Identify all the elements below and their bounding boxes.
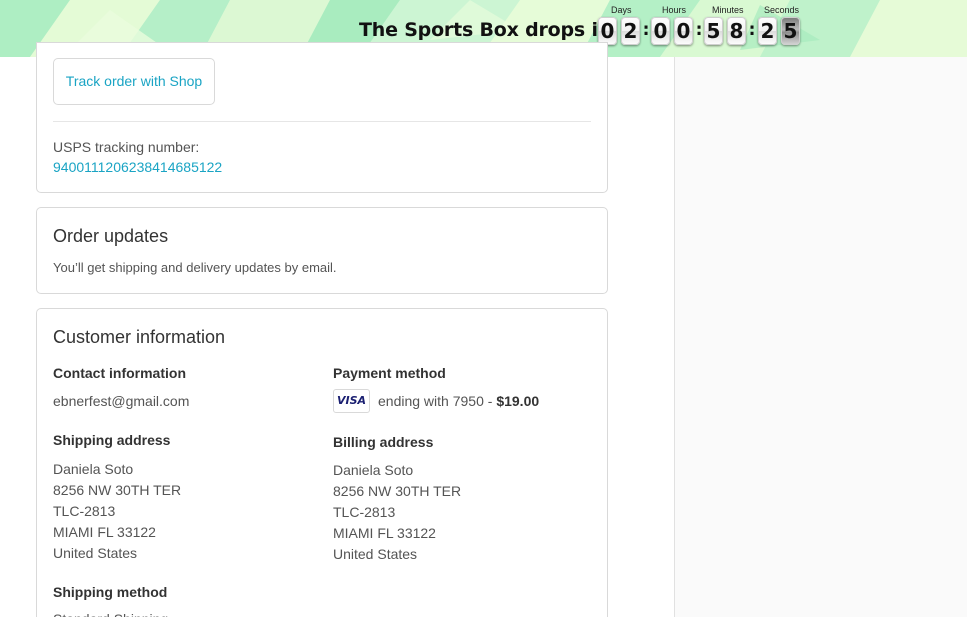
- billing-address-heading: Billing address: [333, 434, 434, 450]
- hours-digit-1: 0: [651, 17, 670, 45]
- payment-separator: -: [483, 393, 497, 409]
- customer-information-title: Customer information: [53, 327, 226, 347]
- countdown-separator: :: [748, 20, 756, 40]
- shipping-address-line: 8256 NW 30TH TER: [53, 482, 182, 498]
- billing-address-line: Daniela Soto: [333, 462, 414, 478]
- billing-address-line: TLC-2813: [333, 504, 396, 520]
- payment-amount: $19.00: [496, 393, 540, 409]
- hours-digit-2: 0: [674, 17, 693, 45]
- shipping-method-heading: Shipping method: [53, 584, 168, 600]
- payment-details: ending with 7950 - $19.00: [378, 393, 539, 409]
- contact-information-heading: Contact information: [53, 365, 186, 381]
- shipping-method-value: Standard Shipping: [53, 609, 168, 617]
- billing-address: Daniela Soto 8256 NW 30TH TER TLC-2813 M…: [333, 460, 461, 565]
- hours-label: Hours: [662, 5, 687, 15]
- shipping-address-line: TLC-2813: [53, 503, 116, 519]
- minutes-digit-1: 5: [704, 17, 723, 45]
- contact-email: ebnerfest@gmail.com: [53, 393, 190, 409]
- shipping-address-line: Daniela Soto: [53, 461, 134, 477]
- tracking-number-link[interactable]: 9400111206238414685122: [53, 159, 222, 175]
- billing-address-line: 8256 NW 30TH TER: [333, 483, 462, 499]
- visa-card-icon: VISA: [333, 389, 370, 413]
- billing-address-line: United States: [333, 546, 418, 562]
- payment-ending-text: ending with 7950: [378, 393, 484, 409]
- countdown-separator: :: [695, 20, 703, 40]
- shipping-address-line: MIAMI FL 33122: [53, 524, 156, 540]
- order-updates-card: Order updates You’ll get shipping and de…: [36, 207, 608, 294]
- seconds-label: Seconds: [764, 5, 800, 15]
- order-updates-text: You’ll get shipping and delivery updates…: [53, 260, 337, 275]
- shipping-address-heading: Shipping address: [53, 432, 171, 448]
- days-label: Days: [611, 5, 632, 15]
- banner-title: The Sports Box drops in: [359, 19, 612, 41]
- track-order-button[interactable]: Track order with Shop: [53, 58, 215, 105]
- days-digit-1: 0: [598, 17, 617, 45]
- tracking-number-label: USPS tracking number:: [53, 139, 200, 155]
- minutes-digit-2: 8: [727, 17, 746, 45]
- days-digit-2: 2: [621, 17, 640, 45]
- billing-address-line: MIAMI FL 33122: [333, 525, 436, 541]
- payment-method-heading: Payment method: [333, 365, 446, 381]
- shipping-address: Daniela Soto 8256 NW 30TH TER TLC-2813 M…: [53, 459, 181, 564]
- order-updates-title: Order updates: [53, 226, 169, 246]
- shipping-address-line: United States: [53, 545, 138, 561]
- customer-information-card: Customer information Contact information…: [36, 308, 608, 617]
- minutes-label: Minutes: [712, 5, 744, 15]
- tracking-card: Track order with Shop USPS tracking numb…: [36, 42, 608, 193]
- divider: [53, 121, 591, 122]
- seconds-digit-1: 2: [758, 17, 777, 45]
- seconds-digit-2: 5: [781, 17, 800, 45]
- countdown-separator: :: [642, 20, 650, 40]
- order-summary-sidebar: [674, 57, 967, 617]
